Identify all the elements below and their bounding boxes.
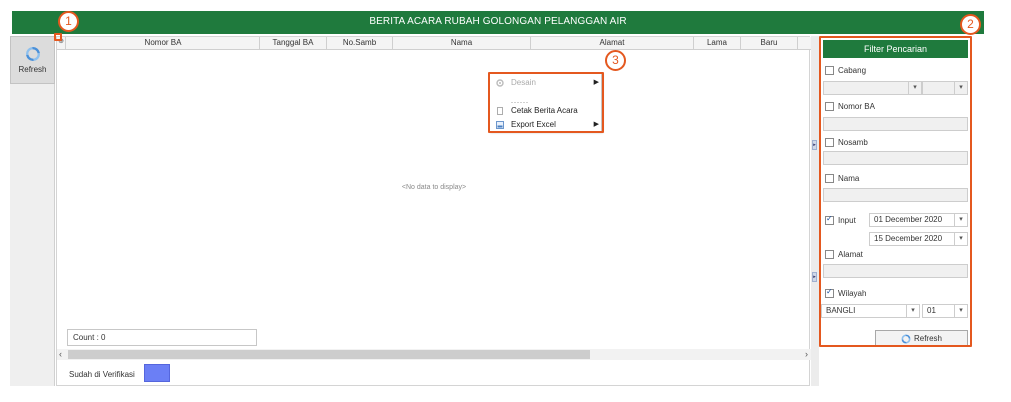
column-header-tanggal-ba[interactable]: Tanggal BA <box>260 37 327 50</box>
toolbar-refresh-label: Refresh <box>18 65 47 74</box>
callout-box-3 <box>488 72 604 133</box>
refresh-icon <box>25 47 40 61</box>
grid-header: ⊕ Nomor BA Tanggal BA No.Samb Nama Alama… <box>57 37 811 50</box>
column-header-baru[interactable]: Baru <box>741 37 798 50</box>
verification-color-swatch <box>144 364 170 382</box>
panel-splitter[interactable]: ▸ ▸ <box>811 36 819 386</box>
callout-marker-1: 1 <box>58 11 79 32</box>
row-count: Count : 0 <box>67 329 257 346</box>
callout-box-2 <box>819 36 972 347</box>
column-header-nama[interactable]: Nama <box>393 37 531 50</box>
expand-arrow-icon[interactable]: ▸ <box>812 272 817 282</box>
scroll-right-icon[interactable]: › <box>805 349 808 360</box>
column-header-lama[interactable]: Lama <box>694 37 741 50</box>
scroll-left-icon[interactable]: ‹ <box>59 349 62 360</box>
page-title: BERITA ACARA RUBAH GOLONGAN PELANGGAN AI… <box>369 16 627 27</box>
data-grid: ⊕ Nomor BA Tanggal BA No.Samb Nama Alama… <box>56 36 811 386</box>
callout-box-1 <box>54 33 62 41</box>
toolbar-refresh-button[interactable]: Refresh <box>10 36 55 84</box>
title-bar: BERITA ACARA RUBAH GOLONGAN PELANGGAN AI… <box>12 11 984 34</box>
empty-grid-message: <No data to display> <box>401 184 467 191</box>
horizontal-scrollbar[interactable]: ‹ › <box>57 349 811 360</box>
column-header-nomor-ba[interactable]: Nomor BA <box>67 37 260 50</box>
verification-legend-label: Sudah di Verifikasi <box>69 370 135 379</box>
left-toolbar: Refresh <box>10 36 55 386</box>
callout-marker-2: 2 <box>960 14 981 35</box>
column-header-no-samb[interactable]: No.Samb <box>327 37 393 50</box>
scrollbar-thumb[interactable] <box>68 350 590 359</box>
callout-marker-3: 3 <box>605 50 626 71</box>
collapse-arrow-icon[interactable]: ▸ <box>812 140 817 150</box>
column-header-alamat[interactable]: Alamat <box>531 37 694 50</box>
